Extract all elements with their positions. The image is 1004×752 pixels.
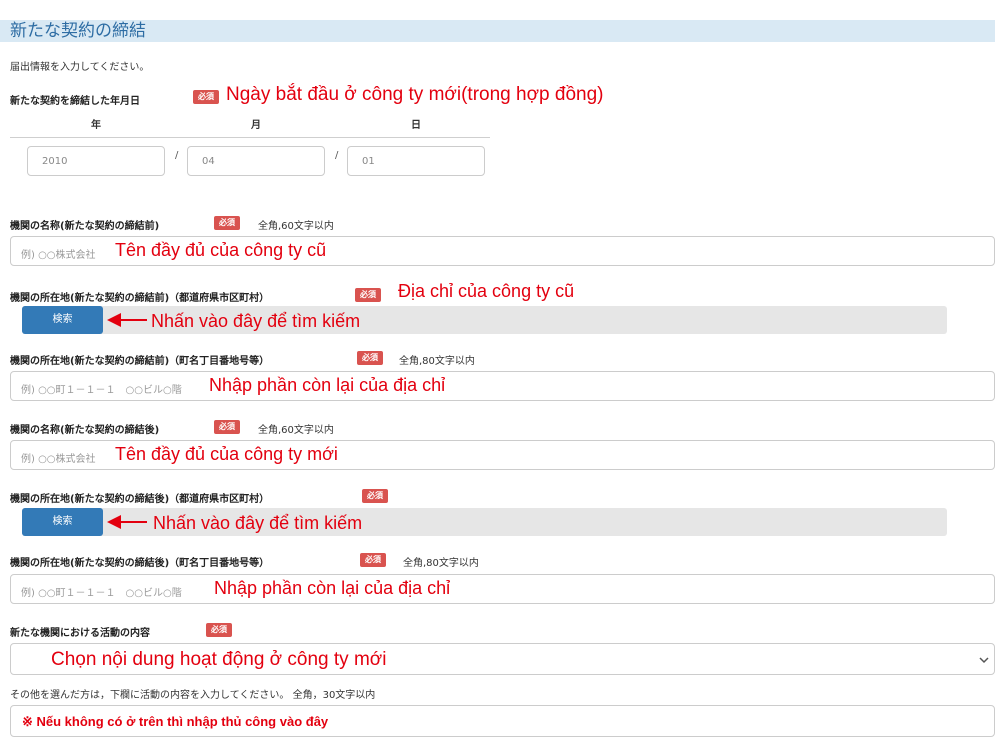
chevron-down-icon (979, 657, 989, 664)
old-address-rest-placeholder: 例) ○○町１－１－１ ○○ビル○階 (21, 385, 182, 396)
activity-select[interactable]: Chọn nội dung hoạt động ở công ty mới (10, 643, 995, 675)
old-address-rest-input[interactable]: 例) ○○町１－１－１ ○○ビル○階 Nhập phần còn lại của… (10, 371, 995, 401)
old-address-pref-label: 機関の所在地(新たな契約の締結前)（都道府県市区町村） (10, 293, 270, 304)
old-address-annotation: Địa chỉ của công ty cũ (398, 281, 575, 301)
new-name-label: 機関の名称(新たな契約の締結後) (10, 425, 160, 436)
required-badge: 必須 (355, 288, 381, 302)
old-address-rest-label: 機関の所在地(新たな契約の締結前)（町名丁目番地号等） (10, 356, 270, 367)
new-name-placeholder: 例) ○○株式会社 (21, 454, 96, 465)
month-value: 04 (202, 156, 215, 167)
required-badge: 必須 (362, 489, 388, 503)
new-search-annotation: Nhấn vào đây để tìm kiếm (153, 513, 363, 533)
required-badge: 必須 (214, 216, 240, 230)
day-value: 01 (362, 156, 375, 167)
new-address-search-button[interactable]: 検索 (22, 508, 103, 536)
activity-label: 新たな機関における活動の内容 (10, 628, 150, 639)
year-value: 2010 (42, 156, 68, 167)
old-name-hint: 全角,60文字以内 (258, 221, 334, 232)
date-divider (10, 137, 490, 138)
old-search-annotation: Nhấn vào đây để tìm kiếm (151, 311, 361, 331)
day-header: 日 (411, 120, 421, 131)
year-input[interactable]: 2010 (27, 146, 165, 176)
old-name-label: 機関の名称(新たな契約の締結前) (10, 221, 160, 232)
new-address-rest-hint: 全角,80文字以内 (403, 558, 479, 569)
intro-text: 届出情報を入力してください。 (10, 62, 150, 73)
day-input[interactable]: 01 (347, 146, 485, 176)
required-badge: 必須 (214, 420, 240, 434)
red-arrow-icon (107, 313, 147, 327)
new-address-pref-label: 機関の所在地(新たな契約の締結後)（都道府県市区町村） (10, 494, 270, 505)
date-annotation: Ngày bắt đầu ở công ty mới(trong hợp đồn… (226, 84, 604, 105)
required-badge: 必須 (193, 90, 219, 104)
new-address-rest-input[interactable]: 例) ○○町１－１－１ ○○ビル○階 Nhập phần còn lại của… (10, 574, 995, 604)
old-name-annotation: Tên đầy đủ của công ty cũ (115, 240, 327, 260)
red-arrow-icon (107, 515, 147, 529)
old-name-placeholder: 例) ○○株式会社 (21, 250, 96, 261)
section-title: 新たな契約の締結 (10, 21, 146, 41)
old-address-search-button[interactable]: 検索 (22, 306, 103, 334)
month-header: 月 (251, 120, 261, 131)
section-header-bar (0, 20, 995, 42)
activity-select-annotation: Chọn nội dung hoạt động ở công ty mới (51, 649, 387, 670)
date-label: 新たな契約を締結した年月日 (10, 96, 140, 107)
old-address-rest-annotation: Nhập phần còn lại của địa chỉ (209, 375, 446, 395)
new-address-rest-placeholder: 例) ○○町１－１－１ ○○ビル○階 (21, 588, 182, 599)
year-header: 年 (91, 120, 101, 131)
new-address-rest-label: 機関の所在地(新たな契約の締結後)（町名丁目番地号等） (10, 558, 270, 569)
new-name-annotation: Tên đầy đủ của công ty mới (115, 444, 338, 464)
old-name-input[interactable]: 例) ○○株式会社 Tên đầy đủ của công ty cũ (10, 236, 995, 266)
old-address-rest-hint: 全角,80文字以内 (399, 356, 475, 367)
new-address-rest-annotation: Nhập phần còn lại của địa chỉ (214, 578, 451, 598)
month-input[interactable]: 04 (187, 146, 325, 176)
activity-other-annotation: ※ Nếu không có ở trên thì nhập thủ công … (22, 714, 329, 729)
required-badge: 必須 (360, 553, 386, 567)
new-name-hint: 全角,60文字以内 (258, 425, 334, 436)
activity-other-input[interactable]: ※ Nếu không có ở trên thì nhập thủ công … (10, 705, 995, 737)
new-name-input[interactable]: 例) ○○株式会社 Tên đầy đủ của công ty mới (10, 440, 995, 470)
date-separator: / (335, 150, 339, 161)
required-badge: 必須 (357, 351, 383, 365)
date-separator: / (175, 150, 179, 161)
activity-other-label: その他を選んだ方は，下欄に活動の内容を入力してください。 全角，30文字以内 (10, 690, 376, 701)
required-badge: 必須 (206, 623, 232, 637)
